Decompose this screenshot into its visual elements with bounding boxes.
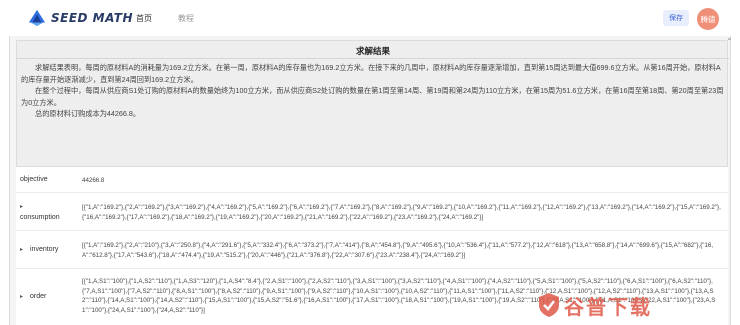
row-label-inventory: inventory — [30, 246, 59, 253]
result-paragraph: 求解结果表明，每周的原材料A的消耗量为169.2立方米。在第一周，原材料A的库存… — [21, 63, 721, 84]
row-value-objective: 44266.8 — [82, 177, 105, 184]
result-text: 求解结果表明，每周的原材料A的消耗量为169.2立方米。在第一周，原材料A的库存… — [21, 62, 725, 120]
row-label-consumption: consumption — [20, 214, 60, 221]
watermark-text: 谷普下载 — [564, 296, 652, 319]
row-label-objective: objective — [20, 176, 48, 183]
logo[interactable]: SEED MATH — [28, 9, 133, 27]
save-button[interactable]: 保存 — [663, 10, 689, 26]
result-paragraph: 总的原材料订购成本为44266.8。 — [35, 109, 141, 119]
table-row[interactable]: ▸ consumption [{"1,A":"169.2"},{"2,A":"1… — [16, 193, 728, 231]
expand-arrow-icon[interactable]: ▸ — [20, 246, 23, 253]
logo-text: SEED MATH — [51, 11, 133, 25]
expand-arrow-icon[interactable]: ▸ — [20, 293, 23, 300]
divider — [17, 58, 729, 59]
nav-tutorial[interactable]: 教程 — [178, 13, 194, 24]
row-value-consumption: [{"1,A":"169.2"},{"2,A":"169.2"},{"3,A":… — [82, 204, 721, 221]
table-row[interactable]: ▸ inventory [{"1,A":"169.2"},{"2,A":"210… — [16, 231, 728, 269]
result-panel: 求解结果 求解结果表明，每周的原材料A的消耗量为169.2立方米。在第一周，原材… — [16, 40, 729, 167]
row-value-inventory: [{"1,A":"169.2"},{"2,A":"210"},{"3,A":"2… — [82, 242, 714, 259]
row-label-order: order — [30, 293, 47, 300]
top-bar: SEED MATH 首页 教程 保存 腾德 — [0, 0, 740, 36]
logo-icon — [28, 9, 46, 27]
avatar[interactable]: 腾德 — [697, 8, 719, 30]
panel-title: 求解结果 — [355, 46, 390, 56]
table-row: objective 44266.8 — [16, 167, 728, 193]
nav-home[interactable]: 首页 — [136, 13, 152, 24]
expand-arrow-icon[interactable]: ▸ — [20, 203, 23, 210]
result-paragraph: 在整个过程中，每周从供应商S1处订购的原材料A的数量始终为100立方米，而从供应… — [21, 86, 724, 107]
watermark: 谷普下载 — [538, 290, 718, 320]
shield-icon — [539, 293, 559, 317]
